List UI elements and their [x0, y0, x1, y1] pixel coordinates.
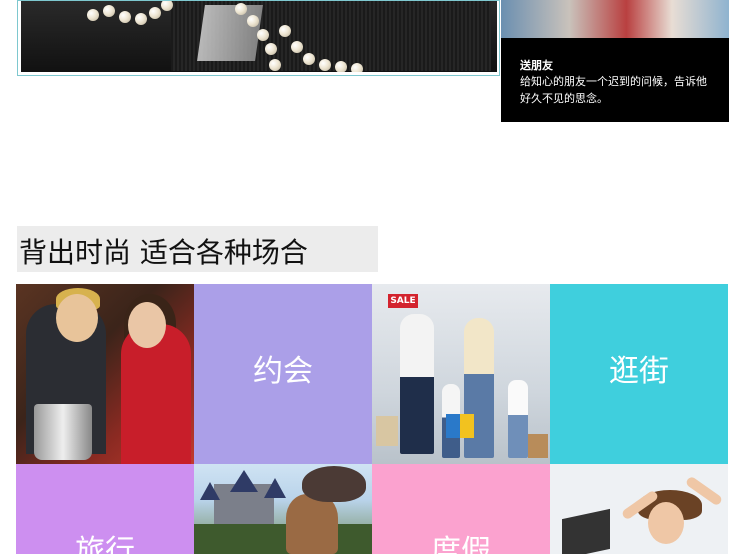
woman-face — [128, 302, 166, 348]
ice-bucket — [34, 404, 92, 460]
pearl — [319, 59, 331, 71]
castle-spire — [200, 482, 220, 500]
tile-holiday: 度假 — [372, 464, 550, 554]
tile-holiday-label: 度假 — [431, 534, 491, 554]
shopping-bag — [446, 414, 460, 438]
man-figure — [400, 314, 434, 454]
tile-date: 约会 — [194, 284, 372, 464]
woman-hat — [302, 466, 366, 502]
sale-sign: SALE — [388, 294, 418, 308]
tile-date-label: 约会 — [253, 354, 313, 389]
pearl — [235, 3, 247, 15]
laptop — [562, 508, 610, 554]
dinner-date-image — [16, 284, 194, 464]
pearl — [335, 61, 347, 72]
friends-photo — [501, 0, 729, 38]
product-photo — [17, 0, 500, 76]
section-heading: 背出时尚 适合各种场合 — [17, 226, 378, 272]
shopping-bag — [528, 434, 548, 458]
woman-face — [648, 502, 684, 544]
pearl — [247, 15, 259, 27]
tile-travel: 旅行 — [16, 464, 194, 554]
pearl — [351, 63, 363, 72]
card-title: 送朋友 — [520, 59, 553, 72]
pearl — [149, 7, 161, 19]
tile-stroll-label: 逛街 — [609, 354, 669, 389]
bag-tag — [197, 5, 263, 61]
pearl — [303, 53, 315, 65]
section-heading-text: 背出时尚 适合各种场合 — [19, 236, 308, 269]
pearl — [135, 13, 147, 25]
pearl — [103, 5, 115, 17]
gift-caption-card: 送朋友 给知心的朋友一个迟到的问候，告诉他好久不见的思念。 — [501, 38, 729, 122]
pearl — [87, 9, 99, 21]
pearl — [119, 11, 131, 23]
pearl — [291, 41, 303, 53]
child-figure — [508, 380, 528, 458]
pearl — [265, 43, 277, 55]
woman-hair — [286, 494, 338, 554]
castle-spire — [264, 478, 286, 498]
castle-travel-image — [194, 464, 372, 554]
tile-stroll: 逛街 — [550, 284, 728, 464]
clutch-bag-image — [21, 1, 497, 72]
man-face — [56, 294, 98, 342]
card-text: 给知心的朋友一个迟到的问候，告诉他好久不见的思念。 — [520, 75, 707, 105]
relaxing-woman-image — [550, 464, 728, 554]
tile-travel-label: 旅行 — [75, 534, 135, 554]
pearl — [269, 59, 281, 71]
pearl — [279, 25, 291, 37]
shopping-bag — [376, 416, 398, 446]
trees — [194, 524, 372, 554]
pearl — [257, 29, 269, 41]
castle-spire — [230, 470, 258, 492]
shopping-family-image: SALE — [372, 284, 550, 464]
shopping-bag — [460, 414, 474, 438]
